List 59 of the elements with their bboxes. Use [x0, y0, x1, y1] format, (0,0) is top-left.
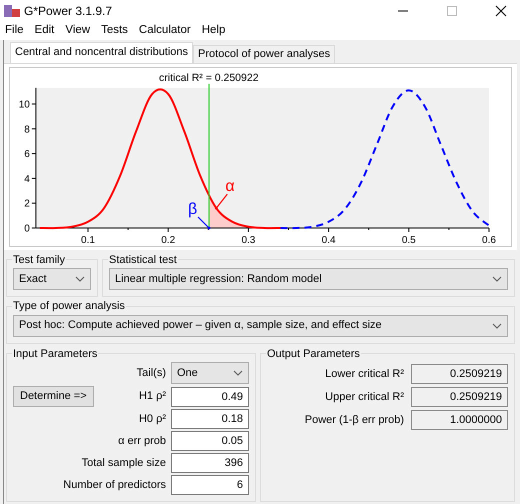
annotation-label: β [188, 200, 198, 218]
input-field[interactable]: 0.18 [171, 409, 249, 429]
dropdown[interactable]: Exact [13, 268, 91, 290]
y-tick-label: 10 [18, 99, 30, 110]
y-tick-label: 8 [24, 124, 30, 135]
field-label: H0 ρ² [138, 412, 166, 427]
field-label: Lower critical R² [325, 366, 404, 382]
dropdown[interactable]: One [171, 362, 249, 384]
dropdown[interactable]: Linear multiple regression: Random model [109, 268, 508, 290]
x-tick-label: 0.4 [322, 234, 336, 246]
x-tick-label: 0.3 [241, 234, 256, 246]
field-label: Number of predictors [63, 478, 166, 493]
y-tick-label: 6 [24, 148, 30, 160]
y-tick-label: 4 [24, 173, 30, 184]
tab[interactable]: Central and noncentral distributions [10, 42, 194, 62]
x-tick-label: 0.6 [482, 234, 496, 246]
output-field[interactable]: 1.0000000 [411, 410, 508, 430]
chevron-down-icon [492, 276, 502, 282]
x-tick-label: 0.2 [161, 234, 176, 246]
y-tick-label: 0 [24, 223, 30, 234]
critical-value-label: critical R² = 0.250922 [159, 72, 259, 84]
field-label: H1 ρ² [138, 389, 166, 404]
field-label: Power (1-β err prob) [304, 412, 404, 428]
annotation-pointer [198, 216, 210, 229]
field-label: Tail(s) [136, 366, 166, 381]
menu-item[interactable]: View [65, 22, 90, 40]
determine-button[interactable]: Determine => [13, 386, 94, 407]
group-label: Output Parameters [266, 346, 361, 362]
field-label: Upper critical R² [325, 390, 404, 405]
input-field[interactable]: 0.49 [171, 386, 249, 406]
group-label: Type of power analysis [12, 299, 126, 314]
tab[interactable]: Protocol of power analyses [193, 44, 336, 62]
group-label: Test family [12, 252, 66, 268]
input-field[interactable]: 396 [171, 453, 249, 473]
annotation-pointer [214, 193, 228, 210]
group-label: Input Parameters [12, 346, 98, 362]
app-icon [4, 4, 20, 18]
chevron-down-icon [75, 276, 85, 282]
x-tick-label: 0.5 [402, 234, 416, 246]
input-field[interactable]: 6 [171, 475, 249, 495]
menu-item[interactable]: File [5, 22, 24, 40]
input-field[interactable]: 0.05 [171, 431, 249, 451]
dropdown[interactable]: Post hoc: Compute achieved power – given α, sample size, and effect size [13, 314, 508, 336]
menu-item[interactable]: Edit [34, 22, 54, 40]
group-label: Statistical test [108, 252, 178, 268]
menu-item[interactable]: Help [202, 22, 226, 40]
menu-item[interactable]: Calculator [138, 22, 191, 40]
menu-item[interactable]: Tests [101, 22, 128, 40]
output-field[interactable]: 0.2509219 [411, 364, 508, 384]
chevron-down-icon [233, 370, 243, 376]
annotation-label: α [225, 178, 235, 195]
field-label: α err prob [118, 434, 166, 449]
output-field[interactable]: 0.2509219 [411, 387, 508, 407]
field-label: Total sample size [82, 456, 166, 471]
window-title: G*Power 3.1.9.7 [24, 3, 112, 20]
close-icon[interactable] [495, 5, 507, 18]
chevron-down-icon [492, 322, 502, 328]
x-tick-label: 0.1 [81, 234, 95, 246]
y-tick-label: 2 [24, 198, 30, 210]
